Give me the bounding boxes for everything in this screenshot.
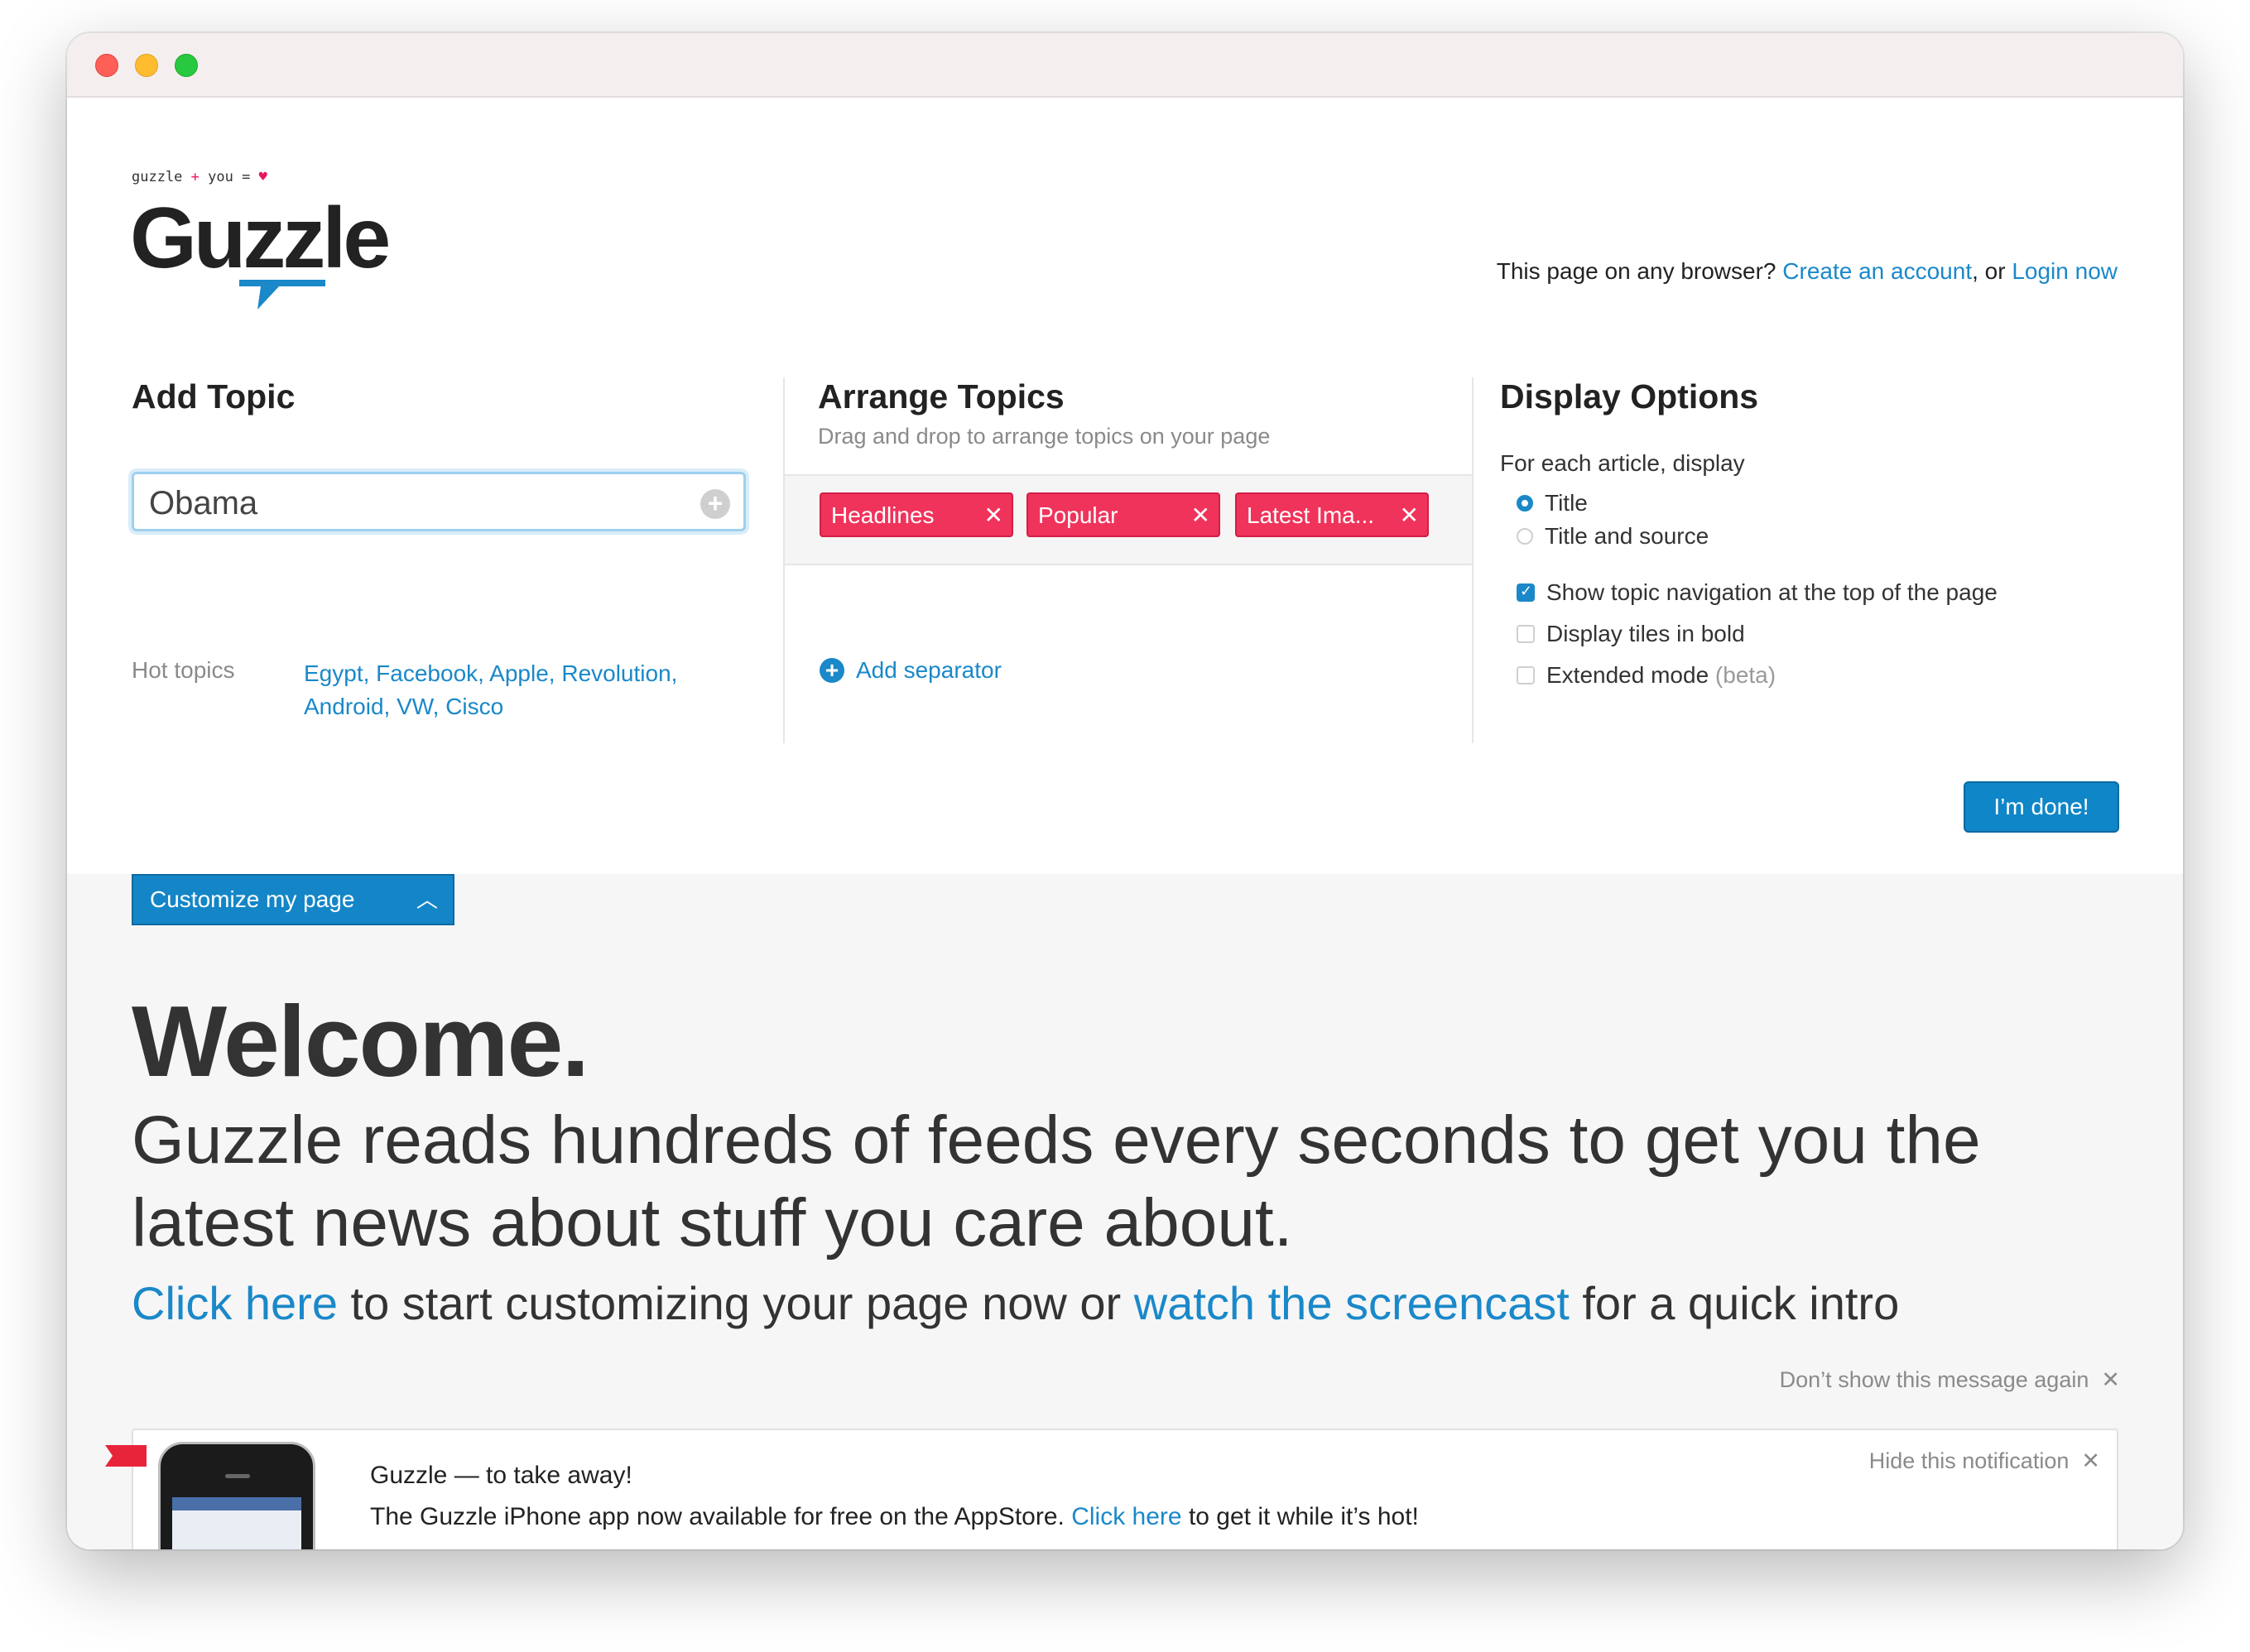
hot-topics-label: Hot topics xyxy=(132,657,235,683)
checkbox-extended-label: Extended mode xyxy=(1546,662,1709,688)
guzzle-logo[interactable]: Guzzle xyxy=(130,195,411,319)
close-window-button[interactable] xyxy=(95,54,118,77)
app-notification: Hide this notification ✕ Guzzle — to tak… xyxy=(105,1429,2118,1549)
close-icon[interactable]: ✕ xyxy=(2095,1367,2120,1392)
checkbox-bold-label: Display tiles in bold xyxy=(1546,621,1745,646)
hot-topics-list: Egypt, Facebook, Apple, Revolution, Andro… xyxy=(304,660,678,719)
arrange-topics-heading: Arrange Topics xyxy=(818,377,1065,415)
heart-icon: ♥ xyxy=(258,169,267,185)
topic-chip-headlines[interactable]: Headlines ✕ xyxy=(820,492,1013,537)
checkbox-nav-label: Show topic navigation at the top of the … xyxy=(1546,579,1998,605)
topic-chip-label: Headlines xyxy=(831,502,935,528)
radio-title[interactable]: Title xyxy=(1517,490,1588,516)
zoom-window-button[interactable] xyxy=(175,54,198,77)
checkbox-extended-mode[interactable]: Extended mode (beta) xyxy=(1517,662,1776,689)
checkbox-topic-navigation[interactable]: Show topic navigation at the top of the … xyxy=(1517,579,1998,606)
topic-chip-label: Popular xyxy=(1038,502,1118,528)
add-topic-panel: Add Topic + Hot topics Egypt, Facebook, … xyxy=(132,377,786,743)
done-button[interactable]: I’m done! xyxy=(1964,781,2119,833)
display-lead-text: For each article, display xyxy=(1500,450,1745,476)
hot-topic-revolution[interactable]: Revolution xyxy=(561,660,671,686)
topic-chip-label: Latest Ima... xyxy=(1247,502,1375,528)
notification-title: Guzzle — to take away! xyxy=(370,1462,632,1489)
close-icon[interactable]: ✕ xyxy=(2075,1448,2100,1473)
notification-body-text: The Guzzle iPhone app now available for … xyxy=(370,1503,1065,1530)
chevron-up-icon: ︿ xyxy=(416,887,438,912)
arrange-topics-panel: Arrange Topics Drag and drop to arrange … xyxy=(783,377,1474,743)
tagline: guzzle + you = ♥ xyxy=(132,169,267,185)
watch-screencast-link[interactable]: watch the screencast xyxy=(1134,1277,1570,1329)
customize-my-page-button[interactable]: Customize my page ︿ xyxy=(132,874,454,925)
welcome-cta: Click here to start customizing your pag… xyxy=(132,1276,1899,1330)
add-separator-label: Add separator xyxy=(856,657,1002,683)
page-content: guzzle + you = ♥ Guzzle This page on any… xyxy=(67,98,2183,1549)
checkbox[interactable] xyxy=(1517,624,1535,643)
hot-topic-cisco[interactable]: Cisco xyxy=(445,694,503,719)
topic-chip-popular[interactable]: Popular ✕ xyxy=(1026,492,1220,537)
welcome-title: Welcome. xyxy=(132,985,589,1097)
title-bar xyxy=(67,33,2183,98)
speech-bubble-icon xyxy=(239,280,325,310)
create-account-link[interactable]: Create an account xyxy=(1782,258,1972,284)
tagline-you: you = xyxy=(208,169,251,185)
account-prompt: This page on any browser? Create an acco… xyxy=(1497,258,2118,285)
click-here-link[interactable]: Click here xyxy=(132,1277,338,1329)
hide-notification-button[interactable]: Hide this notification ✕ xyxy=(1869,1448,2100,1474)
account-prompt-or: , or xyxy=(1972,258,2006,284)
welcome-intro: Guzzle reads hundreds of feeds every sec… xyxy=(132,1102,1981,1261)
radio-title-source-label: Title and source xyxy=(1545,523,1709,549)
hot-topic-facebook[interactable]: Facebook xyxy=(376,660,478,686)
display-options-heading: Display Options xyxy=(1500,377,1759,415)
close-icon[interactable]: ✕ xyxy=(1191,494,1210,537)
add-topic-heading: Add Topic xyxy=(132,377,296,415)
cta-middle-text: to start customizing your page now or xyxy=(337,1277,1134,1329)
checkbox[interactable] xyxy=(1517,665,1535,684)
close-icon[interactable]: ✕ xyxy=(1400,494,1419,537)
browser-window: guzzle + you = ♥ Guzzle This page on any… xyxy=(67,33,2183,1549)
add-topic-icon[interactable]: + xyxy=(700,489,730,519)
notification-body-end: to get it while it’s hot! xyxy=(1188,1503,1419,1530)
topic-arrange-bar: Headlines ✕ Popular ✕ Latest Ima... ✕ xyxy=(785,474,1472,565)
minimize-window-button[interactable] xyxy=(135,54,158,77)
iphone-image xyxy=(158,1442,315,1549)
radio-title-and-source[interactable]: Title and source xyxy=(1517,523,1709,550)
tagline-guzzle: guzzle xyxy=(132,169,183,185)
arrange-topics-subtitle: Drag and drop to arrange topics on your … xyxy=(818,424,1271,449)
topic-input[interactable] xyxy=(147,479,680,527)
checkbox-checked[interactable] xyxy=(1517,583,1535,602)
checkbox-tiles-bold[interactable]: Display tiles in bold xyxy=(1517,621,1745,647)
logo-text: Guzzle xyxy=(130,190,391,286)
add-separator-button[interactable]: + Add separator xyxy=(820,657,1002,684)
beta-note: (beta) xyxy=(1714,662,1776,688)
customize-label: Customize my page xyxy=(150,886,355,912)
radio-title-label: Title xyxy=(1545,490,1588,516)
hot-topic-egypt[interactable]: Egypt xyxy=(304,660,363,686)
add-circle-icon: + xyxy=(820,657,844,683)
topic-input-wrapper: + xyxy=(132,472,746,531)
display-options-panel: Display Options For each article, displa… xyxy=(1470,377,2116,743)
account-prompt-text: This page on any browser? xyxy=(1496,258,1776,284)
hot-topic-android[interactable]: Android xyxy=(304,694,384,719)
hot-topic-vw[interactable]: VW xyxy=(397,694,433,719)
topic-chip-latest-images[interactable]: Latest Ima... ✕ xyxy=(1235,492,1429,537)
dont-show-again-button[interactable]: Don’t show this message again ✕ xyxy=(1780,1367,2120,1393)
get-app-link[interactable]: Click here xyxy=(1071,1503,1181,1530)
hide-notification-label: Hide this notification xyxy=(1868,1448,2070,1473)
tagline-plus: + xyxy=(190,169,200,185)
cta-end-text: for a quick intro xyxy=(1569,1277,1900,1329)
close-icon[interactable]: ✕ xyxy=(984,494,1003,537)
flag-icon xyxy=(105,1445,147,1467)
hot-topic-apple[interactable]: Apple xyxy=(489,660,549,686)
welcome-section: Customize my page ︿ Welcome. Guzzle read… xyxy=(67,874,2183,1549)
login-now-link[interactable]: Login now xyxy=(2012,258,2118,284)
notification-body: The Guzzle iPhone app now available for … xyxy=(370,1503,1419,1531)
radio-button-selected[interactable] xyxy=(1517,494,1533,511)
dont-show-label: Don’t show this message again xyxy=(1779,1367,2089,1392)
radio-button[interactable] xyxy=(1517,527,1533,545)
